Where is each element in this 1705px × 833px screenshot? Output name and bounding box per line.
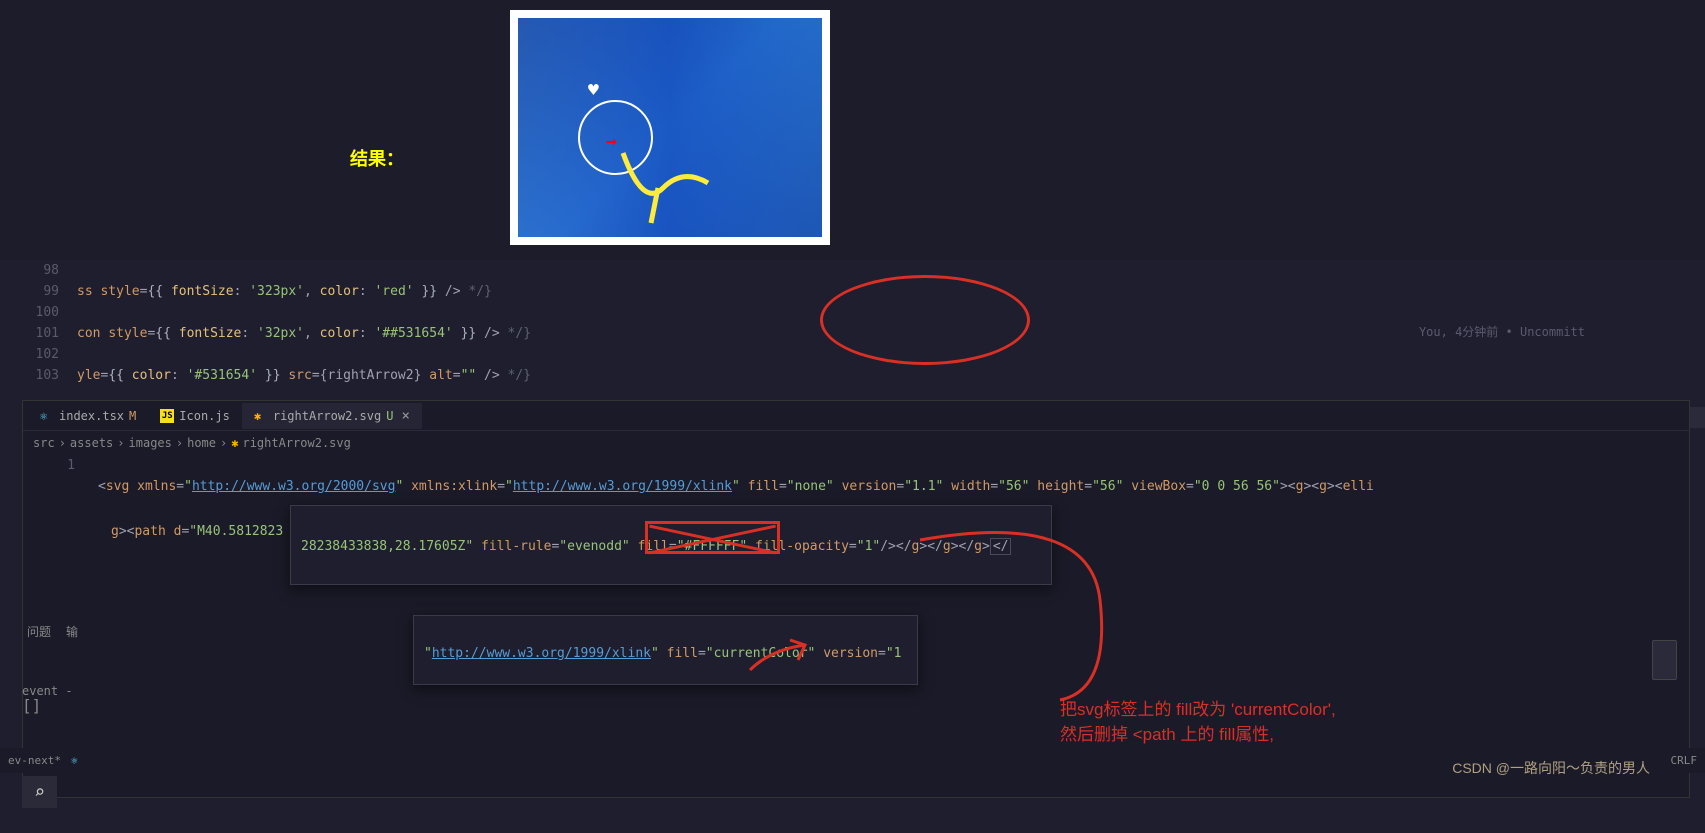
breadcrumb-item[interactable]: src [33, 436, 55, 450]
red-annotation-line2: 然后删掉 <path 上的 fill属性, [1060, 720, 1274, 745]
preview-image: ♥ → [510, 10, 830, 245]
upper-gutter: 9899100101102103 [22, 260, 67, 386]
code-line[interactable]: ss style={{ fontSize: '323px', color: 'r… [77, 281, 1705, 302]
tab-icon-js[interactable]: JSIcon.js [148, 404, 242, 428]
result-label: 结果： [350, 145, 404, 171]
chevron-right-icon: › [220, 436, 227, 450]
red-annotation-line1: 把svg标签上的 fill改为 'currentColor', [1060, 695, 1336, 720]
git-blame-text: You, 4分钟前 • Uncommitt [1419, 323, 1585, 340]
tab-index-tsx[interactable]: ⚛index.tsx M [28, 404, 148, 428]
breadcrumb-item[interactable]: home [187, 436, 216, 450]
breadcrumb[interactable]: src › assets › images › home › ✱ rightArrow2.… [23, 431, 1689, 455]
search-button[interactable]: ⌕ [22, 776, 57, 808]
line-ending[interactable]: CRLF [1671, 754, 1698, 767]
breadcrumb-item[interactable]: rightArrow2.svg [242, 436, 350, 450]
chevron-right-icon: › [176, 436, 183, 450]
search-icon: ⌕ [34, 782, 45, 803]
status-bar[interactable]: ev-next* ⚛ CRLF [0, 748, 1705, 773]
svg-icon: ✱ [254, 409, 268, 423]
tab-problems[interactable]: 问题 [27, 623, 51, 640]
chevron-right-icon: › [59, 436, 66, 450]
heart-icon: ♥ [588, 80, 599, 101]
hover-tooltip-1: g><path d="M40.581282328238433838,28.176… [290, 505, 1052, 585]
tab-rightarrow-svg[interactable]: ✱rightArrow2.svg U× [242, 403, 422, 429]
react-icon: ⚛ [40, 409, 54, 423]
bracket-text: [] [22, 696, 41, 715]
close-icon[interactable]: × [401, 408, 409, 424]
bottom-panel-tabs[interactable]: 问题 输 [22, 618, 83, 645]
breadcrumb-item[interactable]: images [129, 436, 172, 450]
right-arrow-icon: → [606, 131, 617, 152]
code-line[interactable]: yle={{ color: '#531654' }} src={rightArr… [77, 365, 1705, 386]
hover-tooltip-2: "http://www.w3.org/1999/xlink" fill="cur… [413, 615, 918, 685]
chevron-right-icon: › [117, 436, 124, 450]
watermark: CSDN @一路向阳～负责的男人 [1452, 758, 1650, 778]
editor-tabs: ⚛index.tsx M JSIcon.js ✱rightArrow2.svg … [23, 401, 1689, 431]
lower-editor-panel: ⚛index.tsx M JSIcon.js ✱rightArrow2.svg … [22, 400, 1690, 798]
svg-icon: ✱ [231, 436, 238, 450]
react-icon: ⚛ [71, 754, 78, 767]
js-icon: JS [160, 409, 174, 423]
tab-output[interactable]: 输 [66, 623, 78, 640]
branch-name[interactable]: ev-next* [8, 754, 61, 767]
lower-gutter: 1 [23, 455, 83, 476]
code-line[interactable]: <svg xmlns="http://www.w3.org/2000/svg" … [98, 476, 1689, 497]
breadcrumb-item[interactable]: assets [70, 436, 113, 450]
scrollbar-handle[interactable] [1652, 640, 1677, 680]
